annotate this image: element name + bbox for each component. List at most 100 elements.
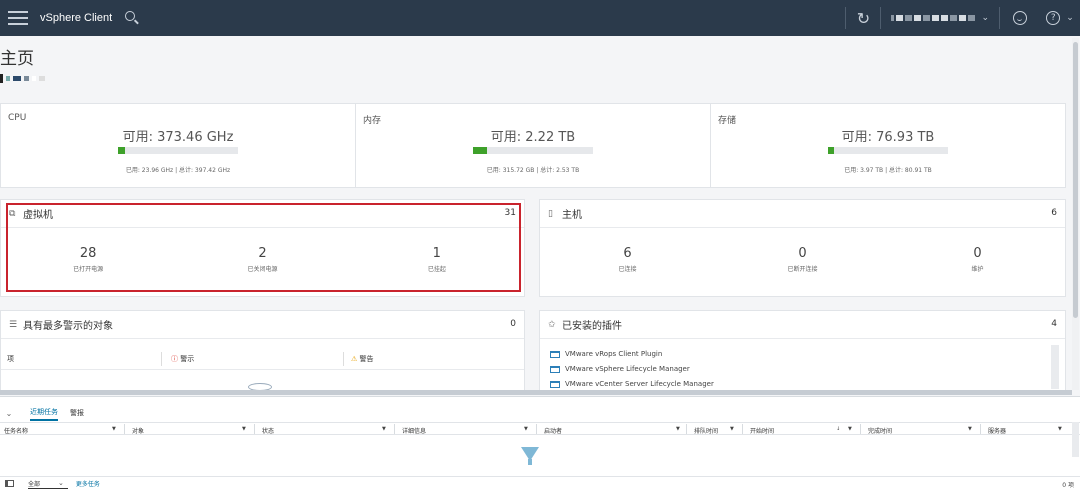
column-toggle-icon[interactable] <box>5 480 14 487</box>
plugin-name: VMware vSphere Lifecycle Manager <box>565 365 690 373</box>
stat-label: 已打开电源 <box>73 266 104 273</box>
card-count: 4 <box>1051 319 1057 329</box>
top-navigation-bar: vSphere Client ↻ ⌄ ? ⌄ <box>0 0 1080 36</box>
empty-filter-icon <box>521 447 539 465</box>
column-separator <box>343 352 344 366</box>
filter-icon[interactable]: ▼ <box>112 426 116 432</box>
plugin-item[interactable]: VMware vRops Client Plugin <box>550 347 1045 361</box>
column-task-name[interactable]: 任务名称 <box>4 426 28 435</box>
card-title: 具有最多警示的对象 <box>23 321 113 332</box>
select-value: 全部 <box>28 480 41 488</box>
stat-value: 28 <box>79 246 97 261</box>
redacted-subtitle <box>0 74 45 83</box>
tasks-grid-scrollbar[interactable] <box>1072 422 1079 457</box>
more-tasks-link[interactable]: 更多任务 <box>76 479 100 488</box>
plugin-item[interactable]: VMware vCenter Server Lifecycle Manager <box>550 377 1045 391</box>
resource-detail: 已用: 3.97 TB | 总计: 80.91 TB <box>844 167 932 174</box>
stat-suspended[interactable]: 1 已挂起 <box>350 246 524 273</box>
resource-available: 可用: 2.22 TB <box>490 130 576 145</box>
column-header-alert[interactable]: ⓘ 警示 <box>171 354 194 364</box>
column-separator <box>254 424 255 434</box>
tab-recent-tasks[interactable]: 近期任务 <box>30 405 58 421</box>
resource-detail: 已用: 315.72 GB | 总计: 2.53 TB <box>486 167 580 174</box>
filter-icon[interactable]: ▼ <box>242 426 246 432</box>
tasks-grid-header: 任务名称 ▼ 对象 ▼ 状态 ▼ 详细信息 ▼ 启动者 ▼ 排队时间 ▼ 开始时… <box>0 422 1080 435</box>
stat-connected[interactable]: 6 已连接 <box>540 246 715 273</box>
hosts-card[interactable]: ▯ 主机 6 6 已连接 0 已断开连接 0 维护 <box>539 199 1066 297</box>
item-count: 0 项 <box>1062 482 1074 489</box>
task-filter-select[interactable]: 全部 ⌄ <box>28 479 68 489</box>
folder-icon <box>550 380 560 388</box>
filter-icon[interactable]: ▼ <box>730 426 734 432</box>
card-title: 主机 <box>562 210 582 221</box>
vm-icon: ⧉ <box>9 208 16 219</box>
filter-icon[interactable]: ▼ <box>382 426 386 432</box>
card-count: 31 <box>504 208 516 218</box>
column-separator <box>860 424 861 434</box>
tasks-grid-footer: 全部 ⌄ 更多任务 0 项 <box>0 476 1080 490</box>
main-scrollbar[interactable] <box>1072 38 1079 390</box>
feedback-smiley-icon[interactable] <box>1000 0 1040 36</box>
plugin-list-scrollbar[interactable] <box>1051 345 1059 389</box>
cpu-resource: CPU 可用: 373.46 GHz 已用: 23.96 GHz | 总计: 3… <box>1 104 356 187</box>
stat-powered-off[interactable]: 2 已关闭电源 <box>175 246 349 273</box>
chevron-down-icon[interactable]: ⌄ <box>0 409 18 418</box>
chevron-down-icon: ⌄ <box>1066 13 1074 23</box>
filter-icon[interactable]: ▼ <box>848 426 852 432</box>
scrollbar-thumb[interactable] <box>1073 42 1078 318</box>
plugin-item[interactable]: VMware vSphere Lifecycle Manager <box>550 362 1045 376</box>
column-label: 警告 <box>359 355 374 363</box>
chevron-down-icon: ⌄ <box>981 13 989 23</box>
memory-resource: 内存 可用: 2.22 TB 已用: 315.72 GB | 总计: 2.53 … <box>356 104 711 187</box>
column-separator <box>161 352 162 366</box>
column-label: 警示 <box>180 355 195 363</box>
panel-splitter[interactable] <box>0 390 1072 395</box>
stat-value: 6 <box>623 246 632 261</box>
column-status[interactable]: 状态 <box>262 426 274 435</box>
stat-label: 已挂起 <box>427 266 446 273</box>
column-finish-time[interactable]: 完成时间 <box>868 426 892 435</box>
column-header-item[interactable]: 项 <box>7 354 14 364</box>
column-details[interactable]: 详细信息 <box>402 426 426 435</box>
card-count: 0 <box>510 319 516 329</box>
resource-detail: 已用: 23.96 GHz | 总计: 397.42 GHz <box>125 167 231 174</box>
app-title[interactable]: vSphere Client <box>40 12 112 24</box>
column-initiator[interactable]: 启动者 <box>544 426 562 435</box>
stat-value: 2 <box>258 246 267 261</box>
column-header-warning[interactable]: ⚠ 警告 <box>351 354 374 364</box>
column-object[interactable]: 对象 <box>132 426 144 435</box>
column-queued-time[interactable]: 排队时间 <box>694 426 718 435</box>
filter-icon[interactable]: ▼ <box>968 426 972 432</box>
stat-maintenance[interactable]: 0 维护 <box>890 246 1065 273</box>
column-server[interactable]: 服务器 <box>988 426 1006 435</box>
column-start-time[interactable]: 开始时间 <box>750 426 774 435</box>
filter-icon[interactable]: ▼ <box>524 426 528 432</box>
warning-icon: ⚠ <box>351 355 358 363</box>
stat-disconnected[interactable]: 0 已断开连接 <box>715 246 890 273</box>
filter-icon[interactable]: ▼ <box>676 426 680 432</box>
plugin-name: VMware vCenter Server Lifecycle Manager <box>565 380 714 388</box>
column-separator <box>394 424 395 434</box>
stat-label: 已连接 <box>618 266 637 273</box>
resource-summary-card: CPU 可用: 373.46 GHz 已用: 23.96 GHz | 总计: 3… <box>0 103 1066 188</box>
resource-available: 可用: 373.46 GHz <box>122 130 234 145</box>
resource-label: 存储 <box>718 116 737 126</box>
user-menu[interactable]: ⌄ <box>881 0 999 36</box>
refresh-icon[interactable]: ↻ <box>846 0 880 36</box>
menu-icon[interactable] <box>8 11 28 25</box>
filter-icon[interactable]: ▼ <box>1058 426 1062 432</box>
column-separator <box>124 424 125 434</box>
sort-down-icon[interactable]: ↓ <box>836 426 840 432</box>
column-separator <box>536 424 537 434</box>
tab-alarms[interactable]: 警报 <box>70 405 84 421</box>
card-title: 虚拟机 <box>23 210 53 221</box>
stat-value: 1 <box>432 246 441 261</box>
page-title: 主页 <box>0 49 34 69</box>
stat-powered-on[interactable]: 28 已打开电源 <box>1 246 175 273</box>
resource-usage-bar <box>473 147 593 154</box>
vms-card[interactable]: ⧉ 虚拟机 31 28 已打开电源 2 已关闭电源 1 已挂起 <box>0 199 525 297</box>
help-menu[interactable]: ? ⌄ <box>1040 0 1080 36</box>
stat-label: 已断开连接 <box>787 266 818 273</box>
search-icon[interactable] <box>124 10 140 26</box>
folder-icon <box>550 365 560 373</box>
